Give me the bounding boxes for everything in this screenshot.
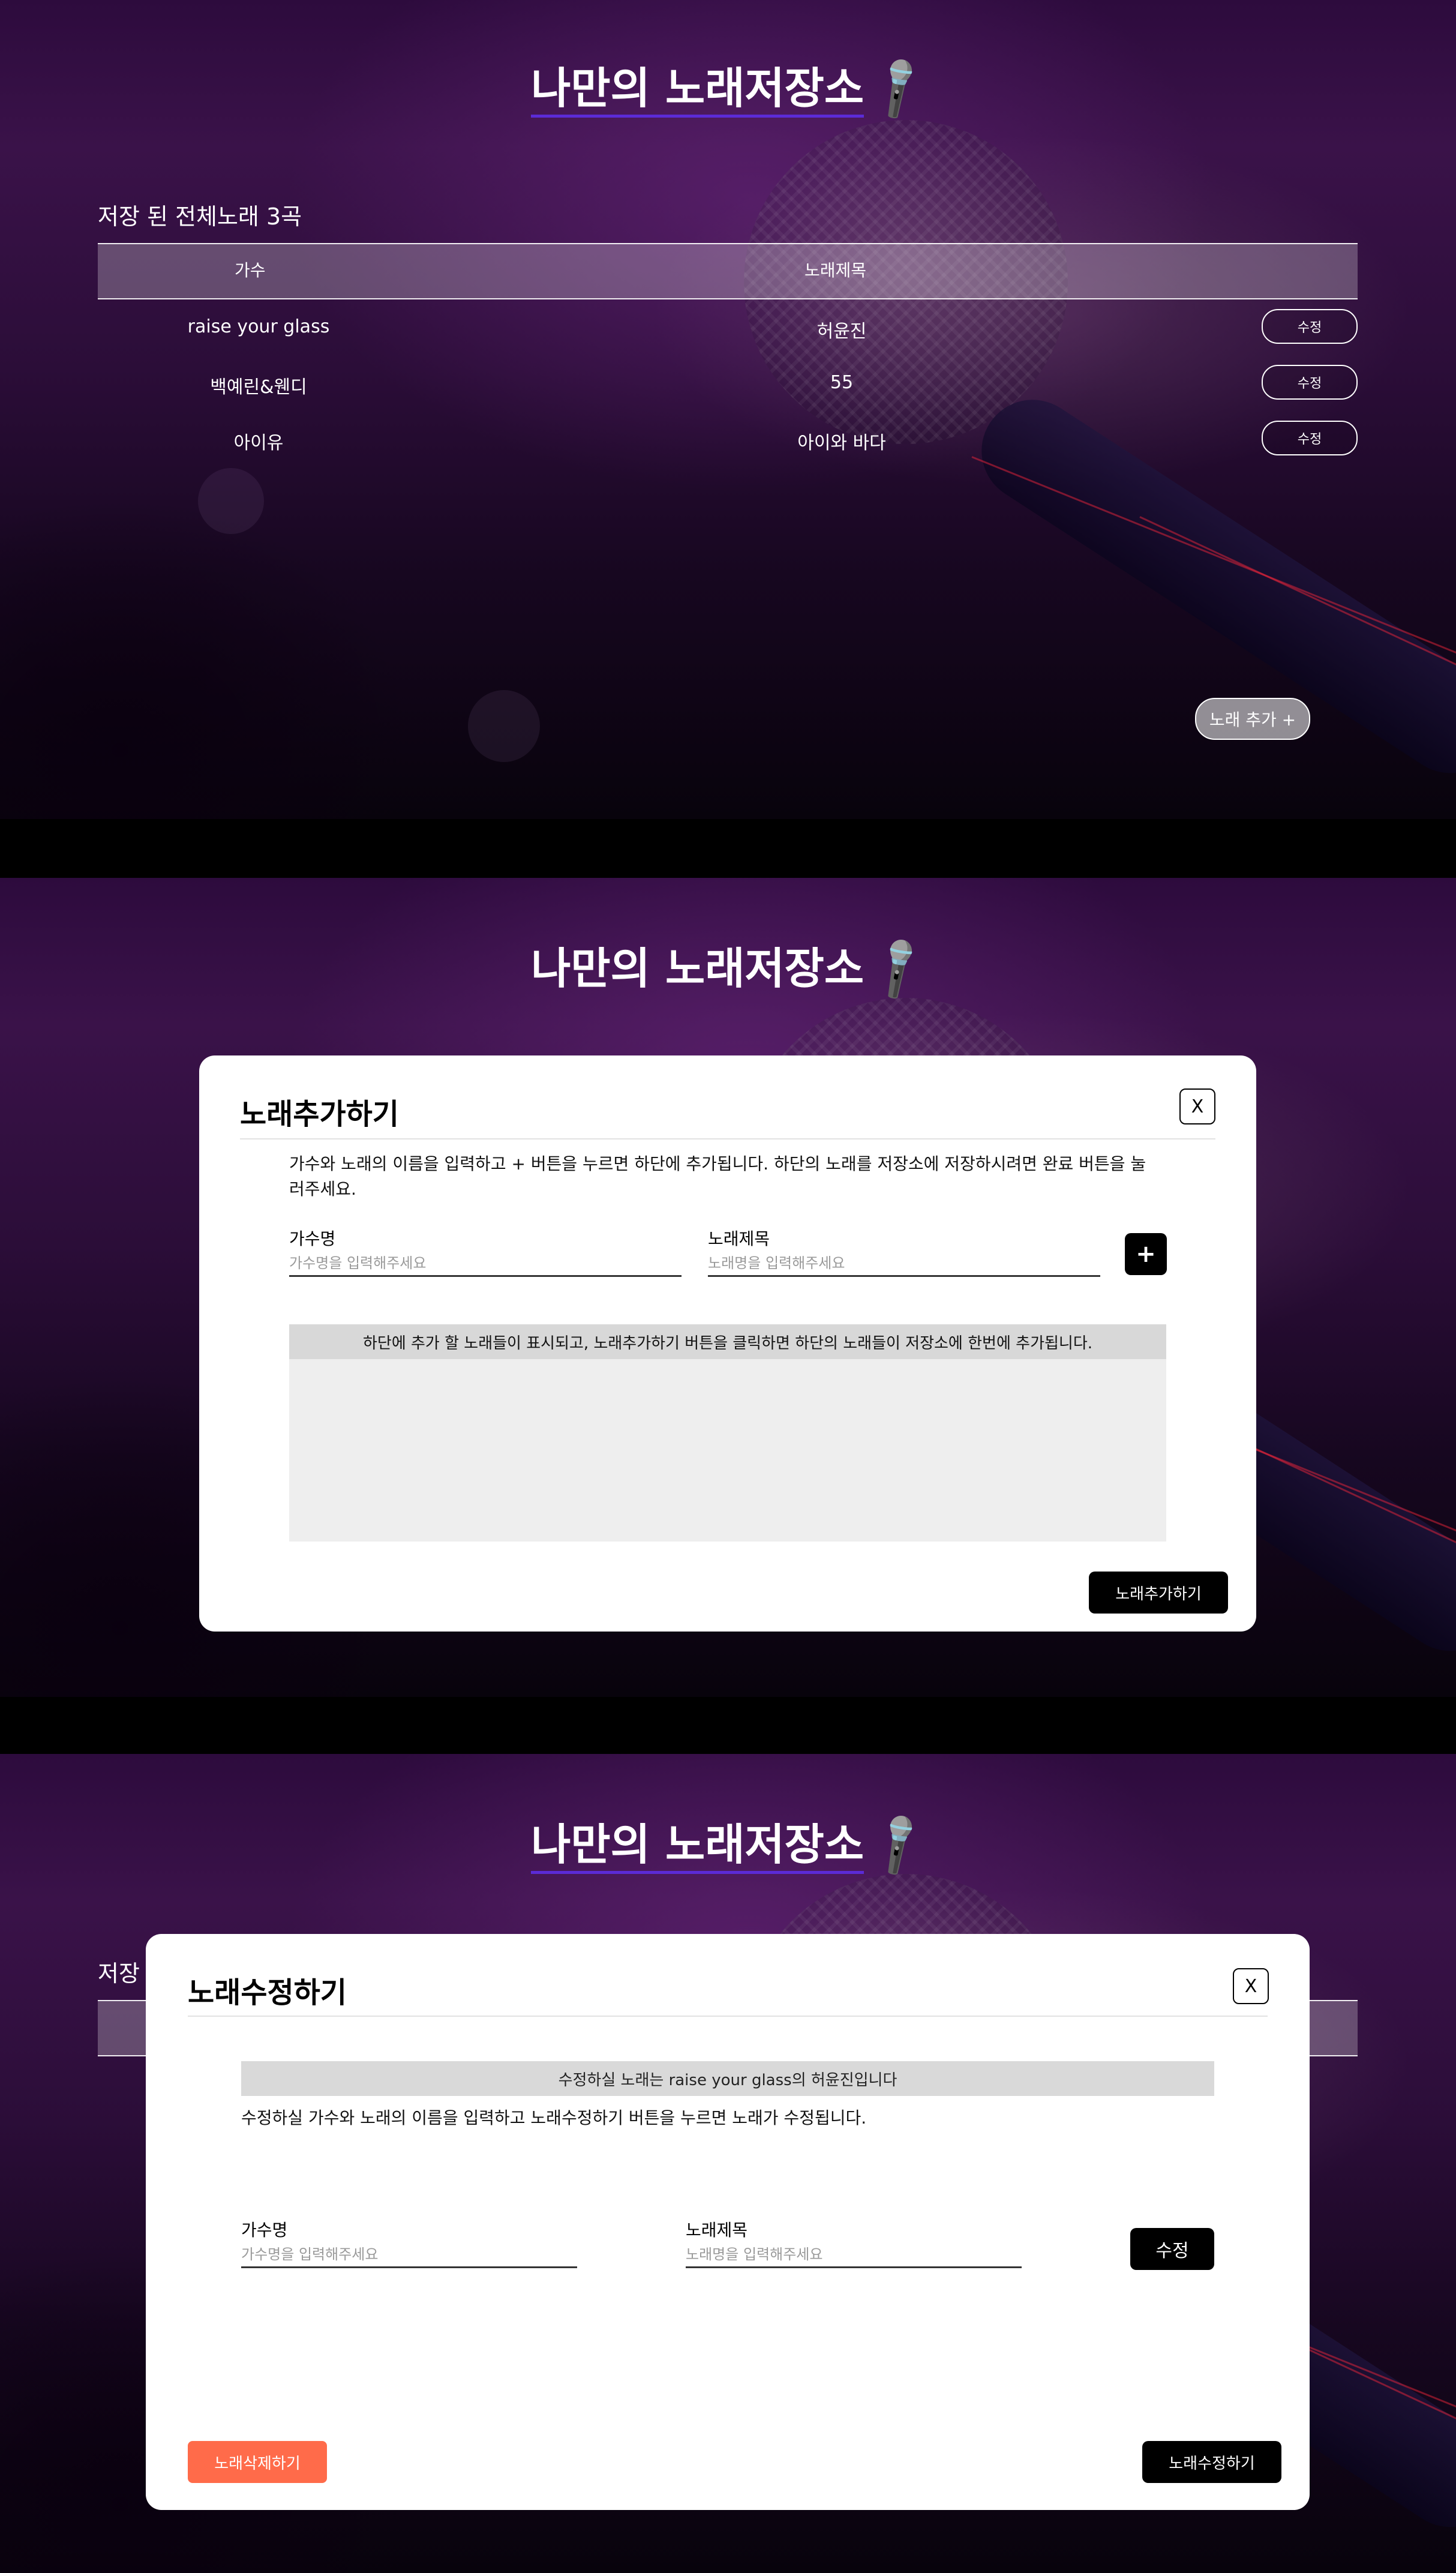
- edit-song-screen: 나만의 노래저장소🎤 저장 노래수정하기 X 수정하실 노래는 raise yo…: [0, 1754, 1456, 2573]
- song-count: 저장 된 전체노래 3곡: [98, 203, 302, 230]
- page-title: 나만의 노래저장소🎤: [0, 1809, 1456, 1881]
- singer-input[interactable]: [289, 1255, 682, 1277]
- submit-edit-button[interactable]: 노래수정하기: [1142, 2441, 1281, 2483]
- page-title-text: 나만의 노래저장소: [531, 63, 864, 118]
- edit-button[interactable]: 수정: [1262, 421, 1358, 455]
- row-song: 55: [830, 372, 854, 393]
- pending-list-header: 하단에 추가 할 노래들이 표시되고, 노래추가하기 버튼을 클릭하면 하단의 …: [289, 1324, 1166, 1359]
- modal-description: 수정하실 가수와 노래의 이름을 입력하고 노래수정하기 버튼을 누르면 노래가…: [241, 2108, 867, 2128]
- add-song-button[interactable]: 노래 추가 +: [1195, 698, 1310, 740]
- singer-label: 가수명: [289, 1229, 336, 1249]
- column-header-song: 노래제목: [804, 260, 867, 280]
- singer-label: 가수명: [241, 2220, 288, 2240]
- submit-add-button[interactable]: 노래추가하기: [1089, 1572, 1228, 1614]
- edit-button[interactable]: 수정: [1262, 309, 1358, 344]
- edit-target-info: 수정하실 노래는 raise your glass의 허윤진입니다: [241, 2061, 1214, 2096]
- modal-description: 가수와 노래의 이름을 입력하고 + 버튼을 누르면 하단에 추가됩니다. 하단…: [289, 1154, 1146, 1199]
- page-title: 나만의 노래저장소🎤: [0, 932, 1456, 1004]
- decor-bokeh: [468, 690, 540, 762]
- close-button[interactable]: X: [1233, 1968, 1269, 2004]
- modal-title: 노래수정하기: [188, 1976, 347, 2010]
- song-list-screen: 나만의 노래저장소🎤 저장 된 전체노래 3곡 가수 노래제목 raise yo…: [0, 0, 1456, 819]
- page-title-text: 나만의 노래저장소: [531, 943, 864, 994]
- add-song-screen: 나만의 노래저장소🎤 노래추가하기 X 가수와 노래의 이름을 입력하고 + 버…: [0, 878, 1456, 1697]
- song-count-partial: 저장: [98, 1960, 140, 1987]
- modal-divider: [188, 2016, 1268, 2017]
- decor-bokeh: [198, 468, 264, 534]
- row-singer: 백예린&웬디: [210, 377, 307, 398]
- page-title-text: 나만의 노래저장소: [531, 1819, 864, 1874]
- row-singer: raise your glass: [187, 316, 330, 337]
- modal-divider: [240, 1138, 1215, 1139]
- microphone-icon: 🎤: [861, 1808, 935, 1881]
- table-row: 아이유 아이와 바다 수정: [98, 421, 1358, 463]
- page-title: 나만의 노래저장소🎤: [0, 52, 1456, 124]
- close-button[interactable]: X: [1179, 1088, 1215, 1124]
- singer-input[interactable]: [241, 2246, 577, 2268]
- delete-song-button[interactable]: 노래삭제하기: [188, 2441, 327, 2483]
- add-to-list-button[interactable]: +: [1125, 1233, 1167, 1275]
- table-row: 백예린&웬디 55 수정: [98, 365, 1358, 407]
- song-input[interactable]: [686, 2246, 1022, 2268]
- edit-apply-button[interactable]: 수정: [1130, 2228, 1214, 2270]
- row-song: 허윤진: [816, 321, 867, 342]
- microphone-icon: 🎤: [861, 52, 935, 125]
- edit-song-modal: 노래수정하기 X 수정하실 노래는 raise your glass의 허윤진입…: [146, 1934, 1310, 2510]
- song-label: 노래제목: [686, 2220, 748, 2240]
- table-header: 가수 노래제목: [98, 243, 1358, 299]
- pending-songs-list: 하단에 추가 할 노래들이 표시되고, 노래추가하기 버튼을 클릭하면 하단의 …: [289, 1324, 1166, 1542]
- column-header-singer: 가수: [235, 260, 266, 280]
- table-row: raise your glass 허윤진 수정: [98, 309, 1358, 351]
- row-song: 아이와 바다: [797, 433, 886, 454]
- song-label: 노래제목: [708, 1229, 770, 1249]
- add-song-modal: 노래추가하기 X 가수와 노래의 이름을 입력하고 + 버튼을 누르면 하단에 …: [199, 1055, 1256, 1632]
- edit-button[interactable]: 수정: [1262, 365, 1358, 400]
- song-input[interactable]: [708, 1255, 1100, 1277]
- microphone-icon: 🎤: [861, 932, 935, 1005]
- modal-title: 노래추가하기: [240, 1097, 399, 1131]
- row-singer: 아이유: [233, 433, 284, 454]
